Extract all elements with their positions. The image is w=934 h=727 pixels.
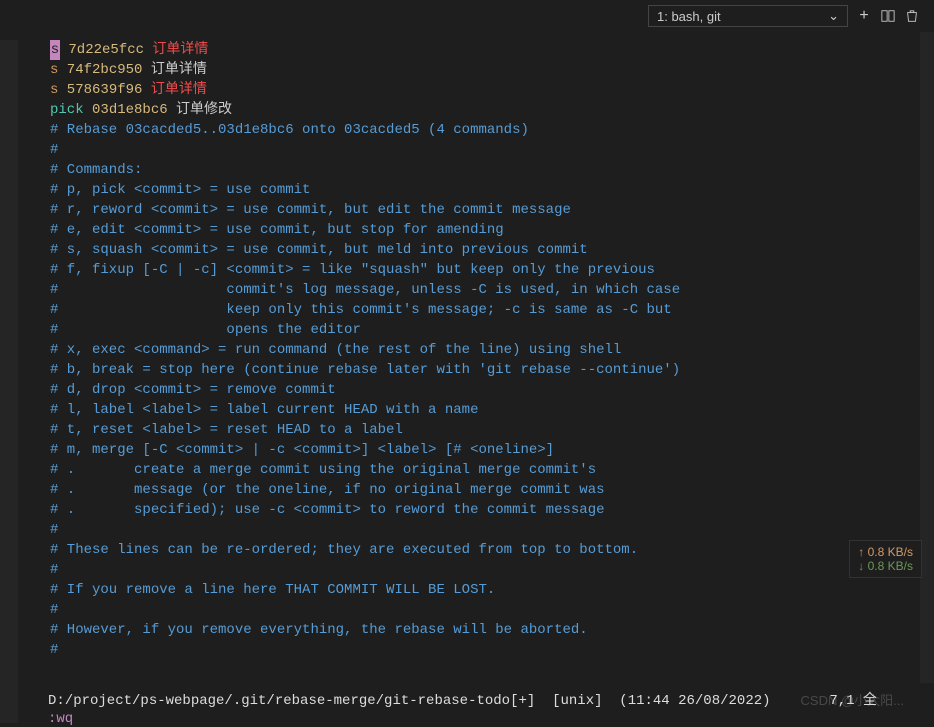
commit-message: 订单详情 xyxy=(152,42,208,58)
editor-content[interactable]: s 7d22e5fcc 订单详情s 74f2bc950 订单详情s 578639… xyxy=(20,40,918,723)
comment-text: # xyxy=(50,602,58,618)
comment-line[interactable]: # l, label <label> = label current HEAD … xyxy=(20,400,918,420)
comment-text: # These lines can be re-ordered; they ar… xyxy=(50,542,638,558)
upload-speed: ↑ 0.8 KB/s xyxy=(858,545,913,559)
comment-line[interactable]: # s, squash <commit> = use commit, but m… xyxy=(20,240,918,260)
comment-text: # commit's log message, unless -C is use… xyxy=(50,282,680,298)
comment-line[interactable]: # e, edit <commit> = use commit, but sto… xyxy=(20,220,918,240)
comment-line[interactable]: # If you remove a line here THAT COMMIT … xyxy=(20,580,918,600)
comment-line[interactable]: # commit's log message, unless -C is use… xyxy=(20,280,918,300)
comment-text: # p, pick <commit> = use commit xyxy=(50,182,310,198)
new-terminal-button[interactable]: + xyxy=(856,8,872,24)
comment-text: # xyxy=(50,642,58,658)
commit-hash: 03d1e8bc6 xyxy=(84,102,176,118)
comment-line[interactable]: # r, reword <commit> = use commit, but e… xyxy=(20,200,918,220)
comment-text: # t, reset <label> = reset HEAD to a lab… xyxy=(50,422,403,438)
commit-line[interactable]: s 7d22e5fcc 订单详情 xyxy=(20,40,918,60)
comment-text: # . create a merge commit using the orig… xyxy=(50,462,596,478)
chevron-down-icon: ⌄ xyxy=(828,8,839,24)
split-icon xyxy=(881,9,895,23)
download-speed: ↓ 0.8 KB/s xyxy=(858,559,913,573)
commit-message: 订单详情 xyxy=(151,62,207,78)
comment-text: # keep only this commit's message; -c is… xyxy=(50,302,672,318)
comment-text: # . message (or the oneline, if no origi… xyxy=(50,482,605,498)
comment-text: # However, if you remove everything, the… xyxy=(50,622,588,638)
commit-message: 订单修改 xyxy=(176,102,232,118)
comment-text: # m, merge [-C <commit> | -c <commit>] <… xyxy=(50,442,554,458)
comment-text: # r, reword <commit> = use commit, but e… xyxy=(50,202,571,218)
comment-text: # xyxy=(50,522,58,538)
watermark: CSDN @小太阳... xyxy=(801,690,904,709)
comment-line[interactable]: # b, break = stop here (continue rebase … xyxy=(20,360,918,380)
comment-line[interactable]: # . specified); use -c <commit> to rewor… xyxy=(20,500,918,520)
comment-line[interactable]: # d, drop <commit> = remove commit xyxy=(20,380,918,400)
plus-icon: + xyxy=(859,7,869,25)
comment-line[interactable]: # However, if you remove everything, the… xyxy=(20,620,918,640)
comment-line[interactable]: # opens the editor xyxy=(20,320,918,340)
comment-line[interactable]: # . message (or the oneline, if no origi… xyxy=(20,480,918,500)
comment-text: # Rebase 03cacded5..03d1e8bc6 onto 03cac… xyxy=(50,122,529,138)
comment-text: # xyxy=(50,142,58,158)
comment-text: # l, label <label> = label current HEAD … xyxy=(50,402,478,418)
comment-text: # x, exec <command> = run command (the r… xyxy=(50,342,621,358)
comment-text: # . specified); use -c <commit> to rewor… xyxy=(50,502,605,518)
comment-line[interactable]: # Commands: xyxy=(20,160,918,180)
commit-hash: 74f2bc950 xyxy=(58,62,150,78)
comment-line[interactable]: # xyxy=(20,560,918,580)
comment-line[interactable]: # xyxy=(20,600,918,620)
comment-line[interactable]: # xyxy=(20,640,918,660)
commit-line[interactable]: pick 03d1e8bc6 订单修改 xyxy=(20,100,918,120)
comment-line[interactable]: # f, fixup [-C | -c] <commit> = like "sq… xyxy=(20,260,918,280)
comment-line[interactable]: # m, merge [-C <commit> | -c <commit>] <… xyxy=(20,440,918,460)
comment-text: # Commands: xyxy=(50,162,142,178)
comment-line[interactable]: # These lines can be re-ordered; they ar… xyxy=(20,540,918,560)
comment-text: # e, edit <commit> = use commit, but sto… xyxy=(50,222,504,238)
comment-text: # opens the editor xyxy=(50,322,361,338)
terminal-label: 1: bash, git xyxy=(657,9,721,24)
rebase-command: s xyxy=(50,40,60,60)
activity-bar xyxy=(0,40,18,723)
comment-line[interactable]: # p, pick <commit> = use commit xyxy=(20,180,918,200)
rebase-command: pick xyxy=(50,102,84,118)
comment-line[interactable]: # . create a merge commit using the orig… xyxy=(20,460,918,480)
commit-line[interactable]: s 74f2bc950 订单详情 xyxy=(20,60,918,80)
comment-text: # b, break = stop here (continue rebase … xyxy=(50,362,680,378)
comment-text: # s, squash <commit> = use commit, but m… xyxy=(50,242,588,258)
vim-command-line[interactable]: :wq xyxy=(48,711,73,727)
comment-line[interactable]: # Rebase 03cacded5..03d1e8bc6 onto 03cac… xyxy=(20,120,918,140)
kill-terminal-button[interactable] xyxy=(904,8,920,24)
comment-line[interactable]: # xyxy=(20,140,918,160)
commit-message: 订单详情 xyxy=(151,82,207,98)
comment-text: # xyxy=(50,562,58,578)
scrollbar[interactable] xyxy=(920,32,934,683)
comment-line[interactable]: # x, exec <command> = run command (the r… xyxy=(20,340,918,360)
comment-text: # d, drop <commit> = remove commit xyxy=(50,382,336,398)
trash-icon xyxy=(905,9,919,23)
comment-line[interactable]: # xyxy=(20,520,918,540)
split-terminal-button[interactable] xyxy=(880,8,896,24)
commit-hash: 578639f96 xyxy=(58,82,150,98)
network-indicator: ↑ 0.8 KB/s ↓ 0.8 KB/s xyxy=(849,540,922,578)
commit-hash: 7d22e5fcc xyxy=(60,42,152,58)
commit-line[interactable]: s 578639f96 订单详情 xyxy=(20,80,918,100)
comment-line[interactable]: # keep only this commit's message; -c is… xyxy=(20,300,918,320)
comment-line[interactable]: # t, reset <label> = reset HEAD to a lab… xyxy=(20,420,918,440)
comment-text: # f, fixup [-C | -c] <commit> = like "sq… xyxy=(50,262,655,278)
comment-text: # If you remove a line here THAT COMMIT … xyxy=(50,582,495,598)
terminal-toolbar: 1: bash, git ⌄ + xyxy=(0,0,934,32)
terminal-selector[interactable]: 1: bash, git ⌄ xyxy=(648,5,848,27)
